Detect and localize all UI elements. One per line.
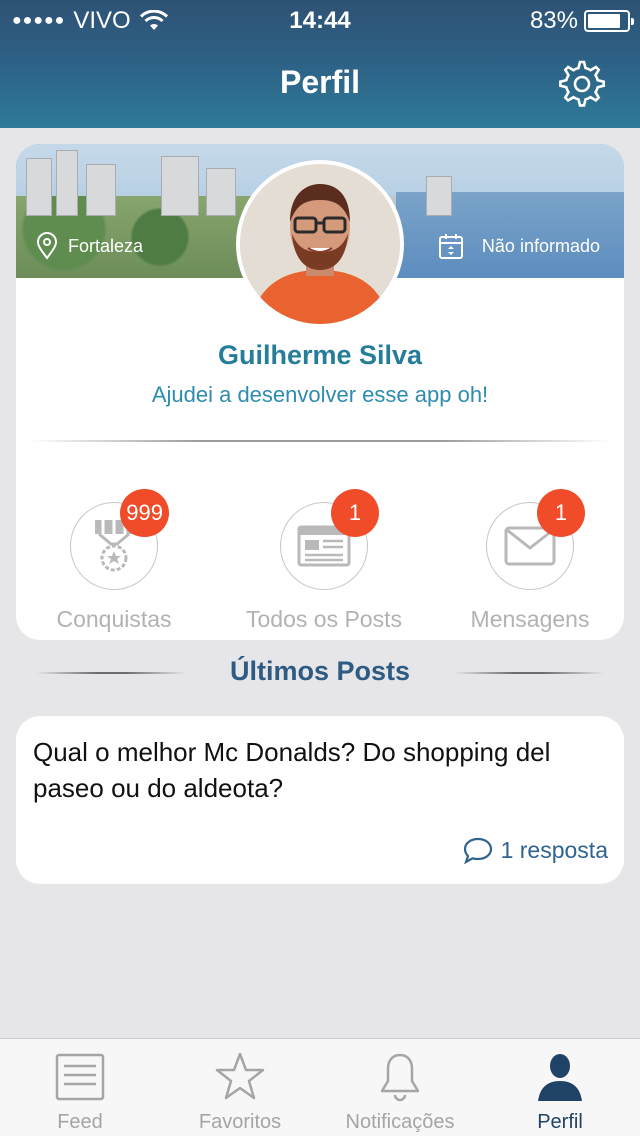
stat-icon-circle: 999 (70, 489, 169, 590)
tab-notificacoes[interactable]: Notificações (320, 1039, 480, 1136)
avatar[interactable] (236, 160, 404, 328)
notification-badge: 1 (537, 489, 585, 537)
stat-icon-circle: 1 (486, 489, 585, 590)
notification-badge: 1 (331, 489, 379, 537)
stat-todos-os-posts[interactable]: 1 Todos os Posts (230, 489, 430, 632)
post-card[interactable]: Qual o melhor Mc Donalds? Do shopping de… (16, 716, 624, 884)
birthdate-info: Não informado (438, 232, 600, 260)
reply-count-text: 1 resposta (500, 836, 608, 863)
tab-favoritos[interactable]: Favoritos (160, 1039, 320, 1136)
profile-name: Guilherme Silva (217, 340, 423, 370)
battery-fill (588, 14, 620, 28)
tab-label: Perfil (537, 1111, 583, 1133)
tab-feed[interactable]: Feed (0, 1039, 160, 1136)
reply-count[interactable]: 1 resposta (463, 836, 608, 864)
person-icon (538, 1054, 582, 1101)
cover-building (56, 150, 78, 216)
profile-card: Fortaleza Não informado Guilherme Silva … (16, 144, 624, 640)
cover-building (161, 156, 199, 216)
stat-conquistas[interactable]: 999 Conquistas (20, 489, 220, 632)
tab-bar: Feed Favoritos Notificações Perfil (0, 1038, 640, 1136)
battery-indicator: 83% (529, 7, 634, 35)
divider (28, 440, 612, 442)
stat-label: Mensagens (470, 606, 590, 632)
stat-label: Conquistas (56, 606, 172, 632)
feed-icon (55, 1053, 105, 1101)
tab-label: Notificações (345, 1111, 455, 1133)
cover-building (86, 164, 116, 216)
calendar-icon (438, 234, 463, 259)
battery-tip (631, 18, 634, 25)
star-icon (215, 1052, 265, 1100)
tab-label: Feed (57, 1111, 103, 1133)
navigation-header: ●●●●● VIVO 14:44 83% Perfil (0, 0, 640, 128)
tab-perfil[interactable]: Perfil (480, 1039, 640, 1136)
map-pin-icon (36, 232, 58, 260)
stat-label: Todos os Posts (246, 606, 402, 632)
profile-bio: Ajudei a desenvolver esse app oh! (151, 382, 489, 407)
bell-icon (380, 1053, 420, 1102)
battery-icon (584, 10, 634, 32)
cover-building (206, 168, 236, 216)
page-title: Perfil (279, 64, 361, 100)
notification-badge: 999 (120, 489, 169, 537)
section-title: Últimos Posts (229, 656, 411, 686)
cover-building (426, 176, 452, 216)
birthdate-text: Não informado (481, 235, 600, 256)
post-text: Qual o melhor Mc Donalds? Do shopping de… (33, 737, 551, 803)
stat-icon-circle: 1 (280, 489, 379, 590)
location-text: Fortaleza (68, 235, 144, 256)
tab-label: Favoritos (198, 1111, 282, 1133)
stat-mensagens[interactable]: 1 Mensagens (436, 489, 624, 632)
cover-building (26, 158, 52, 216)
speech-bubble-icon (463, 837, 492, 864)
avatar-photo (240, 164, 400, 324)
gear-icon[interactable] (556, 58, 608, 110)
location-info: Fortaleza (36, 232, 143, 260)
status-bar: ●●●●● VIVO 14:44 83% (0, 0, 640, 40)
battery-percent: 83% (529, 7, 578, 34)
